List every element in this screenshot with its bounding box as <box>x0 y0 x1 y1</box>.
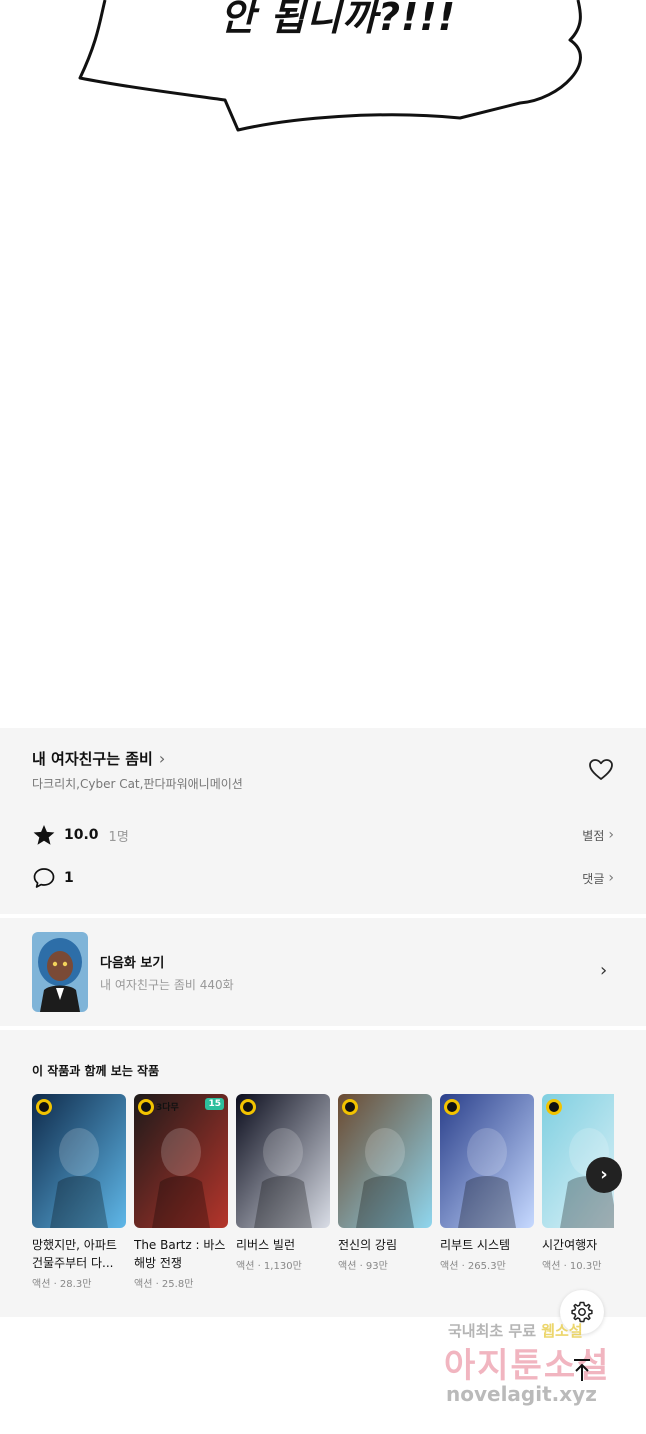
speech-bubble <box>78 0 582 132</box>
comment-icon <box>33 868 55 888</box>
chevron-right-icon: › <box>608 827 614 843</box>
comment-link[interactable]: 댓글 › <box>582 870 614 887</box>
comment-row: 1 댓글 › <box>32 867 614 889</box>
recommendation-title: 전신의 강림 <box>338 1238 398 1252</box>
next-episode-label: 다음화 보기 <box>100 956 165 971</box>
recommendation-meta: 액션 · 10.3만 <box>542 1261 602 1272</box>
scroll-top-button[interactable] <box>562 1350 602 1390</box>
recommendation-card[interactable]: 망했지만, 아파트 건물주부터 다... 액션 · 28.3만 <box>32 1094 126 1290</box>
arrow-up-icon <box>574 1359 590 1381</box>
recommendation-meta: 액션 · 93만 <box>338 1261 388 1272</box>
gear-icon <box>571 1301 593 1323</box>
recommendation-meta: 액션 · 25.8만 <box>134 1279 194 1290</box>
comment-link-label: 댓글 <box>582 871 605 886</box>
heart-icon[interactable] <box>588 758 614 782</box>
next-episode-subtitle: 내 여자친구는 좀비 440화 <box>100 978 234 992</box>
chevron-right-icon: › <box>600 960 608 981</box>
recommendation-card[interactable]: 3다무 15 The Bartz : 바스해방 전쟁액션 · 25.8만 <box>134 1094 228 1290</box>
recommendation-thumbnail <box>440 1094 534 1228</box>
work-info-section: 내 여자친구는 좀비 › 다크리치,Cyber Cat,판다파워애니메이션 10… <box>0 728 646 914</box>
rating-count: 1명 <box>108 829 129 845</box>
recommendations-carousel: 망했지만, 아파트 건물주부터 다... 액션 · 28.3만 3다무 15 The B… <box>32 1094 614 1304</box>
recommendations-section: 이 작품과 함께 보는 작품 망했지만, 아파트 건물주부터 다... 액션 · … <box>0 1030 646 1317</box>
clock-icon <box>444 1099 460 1115</box>
star-icon <box>33 825 55 845</box>
recommendation-thumbnail <box>338 1094 432 1228</box>
clock-icon <box>138 1099 154 1115</box>
work-title: 내 여자친구는 좀비 <box>32 750 153 768</box>
next-episode-thumbnail <box>32 932 88 1012</box>
recommendation-meta: 액션 · 28.3만 <box>32 1279 92 1290</box>
recommendation-count-badge: 15 <box>205 1098 224 1110</box>
clock-icon <box>240 1099 256 1115</box>
clock-icon <box>36 1099 52 1115</box>
recommendation-title: The Bartz : 바스해방 전쟁 <box>134 1238 226 1270</box>
recommendation-card[interactable]: 리부트 시스템액션 · 265.3만 <box>440 1094 534 1272</box>
rating-value: 10.0 <box>64 827 99 843</box>
comic-panel: 안 됩니까?!!! <box>0 0 646 728</box>
recommendation-thumbnail <box>236 1094 330 1228</box>
recommendation-thumbnail <box>32 1094 126 1228</box>
recommendation-title: 시간여행자 <box>542 1238 598 1252</box>
recommendation-title: 리부트 시스템 <box>440 1238 511 1252</box>
work-authors: 다크리치,Cyber Cat,판다파워애니메이션 <box>32 777 243 791</box>
recommendation-badge: 3다무 <box>156 1103 179 1113</box>
rating-link[interactable]: 별점 › <box>582 827 614 844</box>
carousel-next-button[interactable]: › <box>586 1157 622 1193</box>
clock-icon <box>546 1099 562 1115</box>
rating-link-label: 별점 <box>582 828 605 843</box>
next-episode-button[interactable]: 다음화 보기 내 여자친구는 좀비 440화 › <box>0 918 646 1026</box>
recommendation-title: 망했지만, 아파트 건물주부터 다... <box>32 1238 117 1270</box>
chevron-right-icon: › <box>158 749 166 768</box>
rating-row: 10.0 1명 별점 › <box>32 824 614 846</box>
recommendation-thumbnail: 3다무 15 <box>134 1094 228 1228</box>
chevron-right-icon: › <box>600 1163 608 1185</box>
clock-icon <box>342 1099 358 1115</box>
comment-count: 1 <box>64 870 74 886</box>
recommendation-card[interactable]: 리버스 빌런액션 · 1,130만 <box>236 1094 330 1272</box>
recommendations-heading: 이 작품과 함께 보는 작품 <box>32 1064 160 1078</box>
bubble-text: 안 됩니까?!!! <box>219 0 457 39</box>
recommendation-card[interactable]: 전신의 강림액션 · 93만 <box>338 1094 432 1272</box>
chevron-right-icon: › <box>608 870 614 886</box>
recommendation-meta: 액션 · 1,130만 <box>236 1261 302 1272</box>
settings-button[interactable] <box>560 1290 604 1334</box>
recommendation-title: 리버스 빌런 <box>236 1238 296 1252</box>
work-title-link[interactable]: 내 여자친구는 좀비 › <box>32 748 165 769</box>
recommendation-meta: 액션 · 265.3만 <box>440 1261 506 1272</box>
